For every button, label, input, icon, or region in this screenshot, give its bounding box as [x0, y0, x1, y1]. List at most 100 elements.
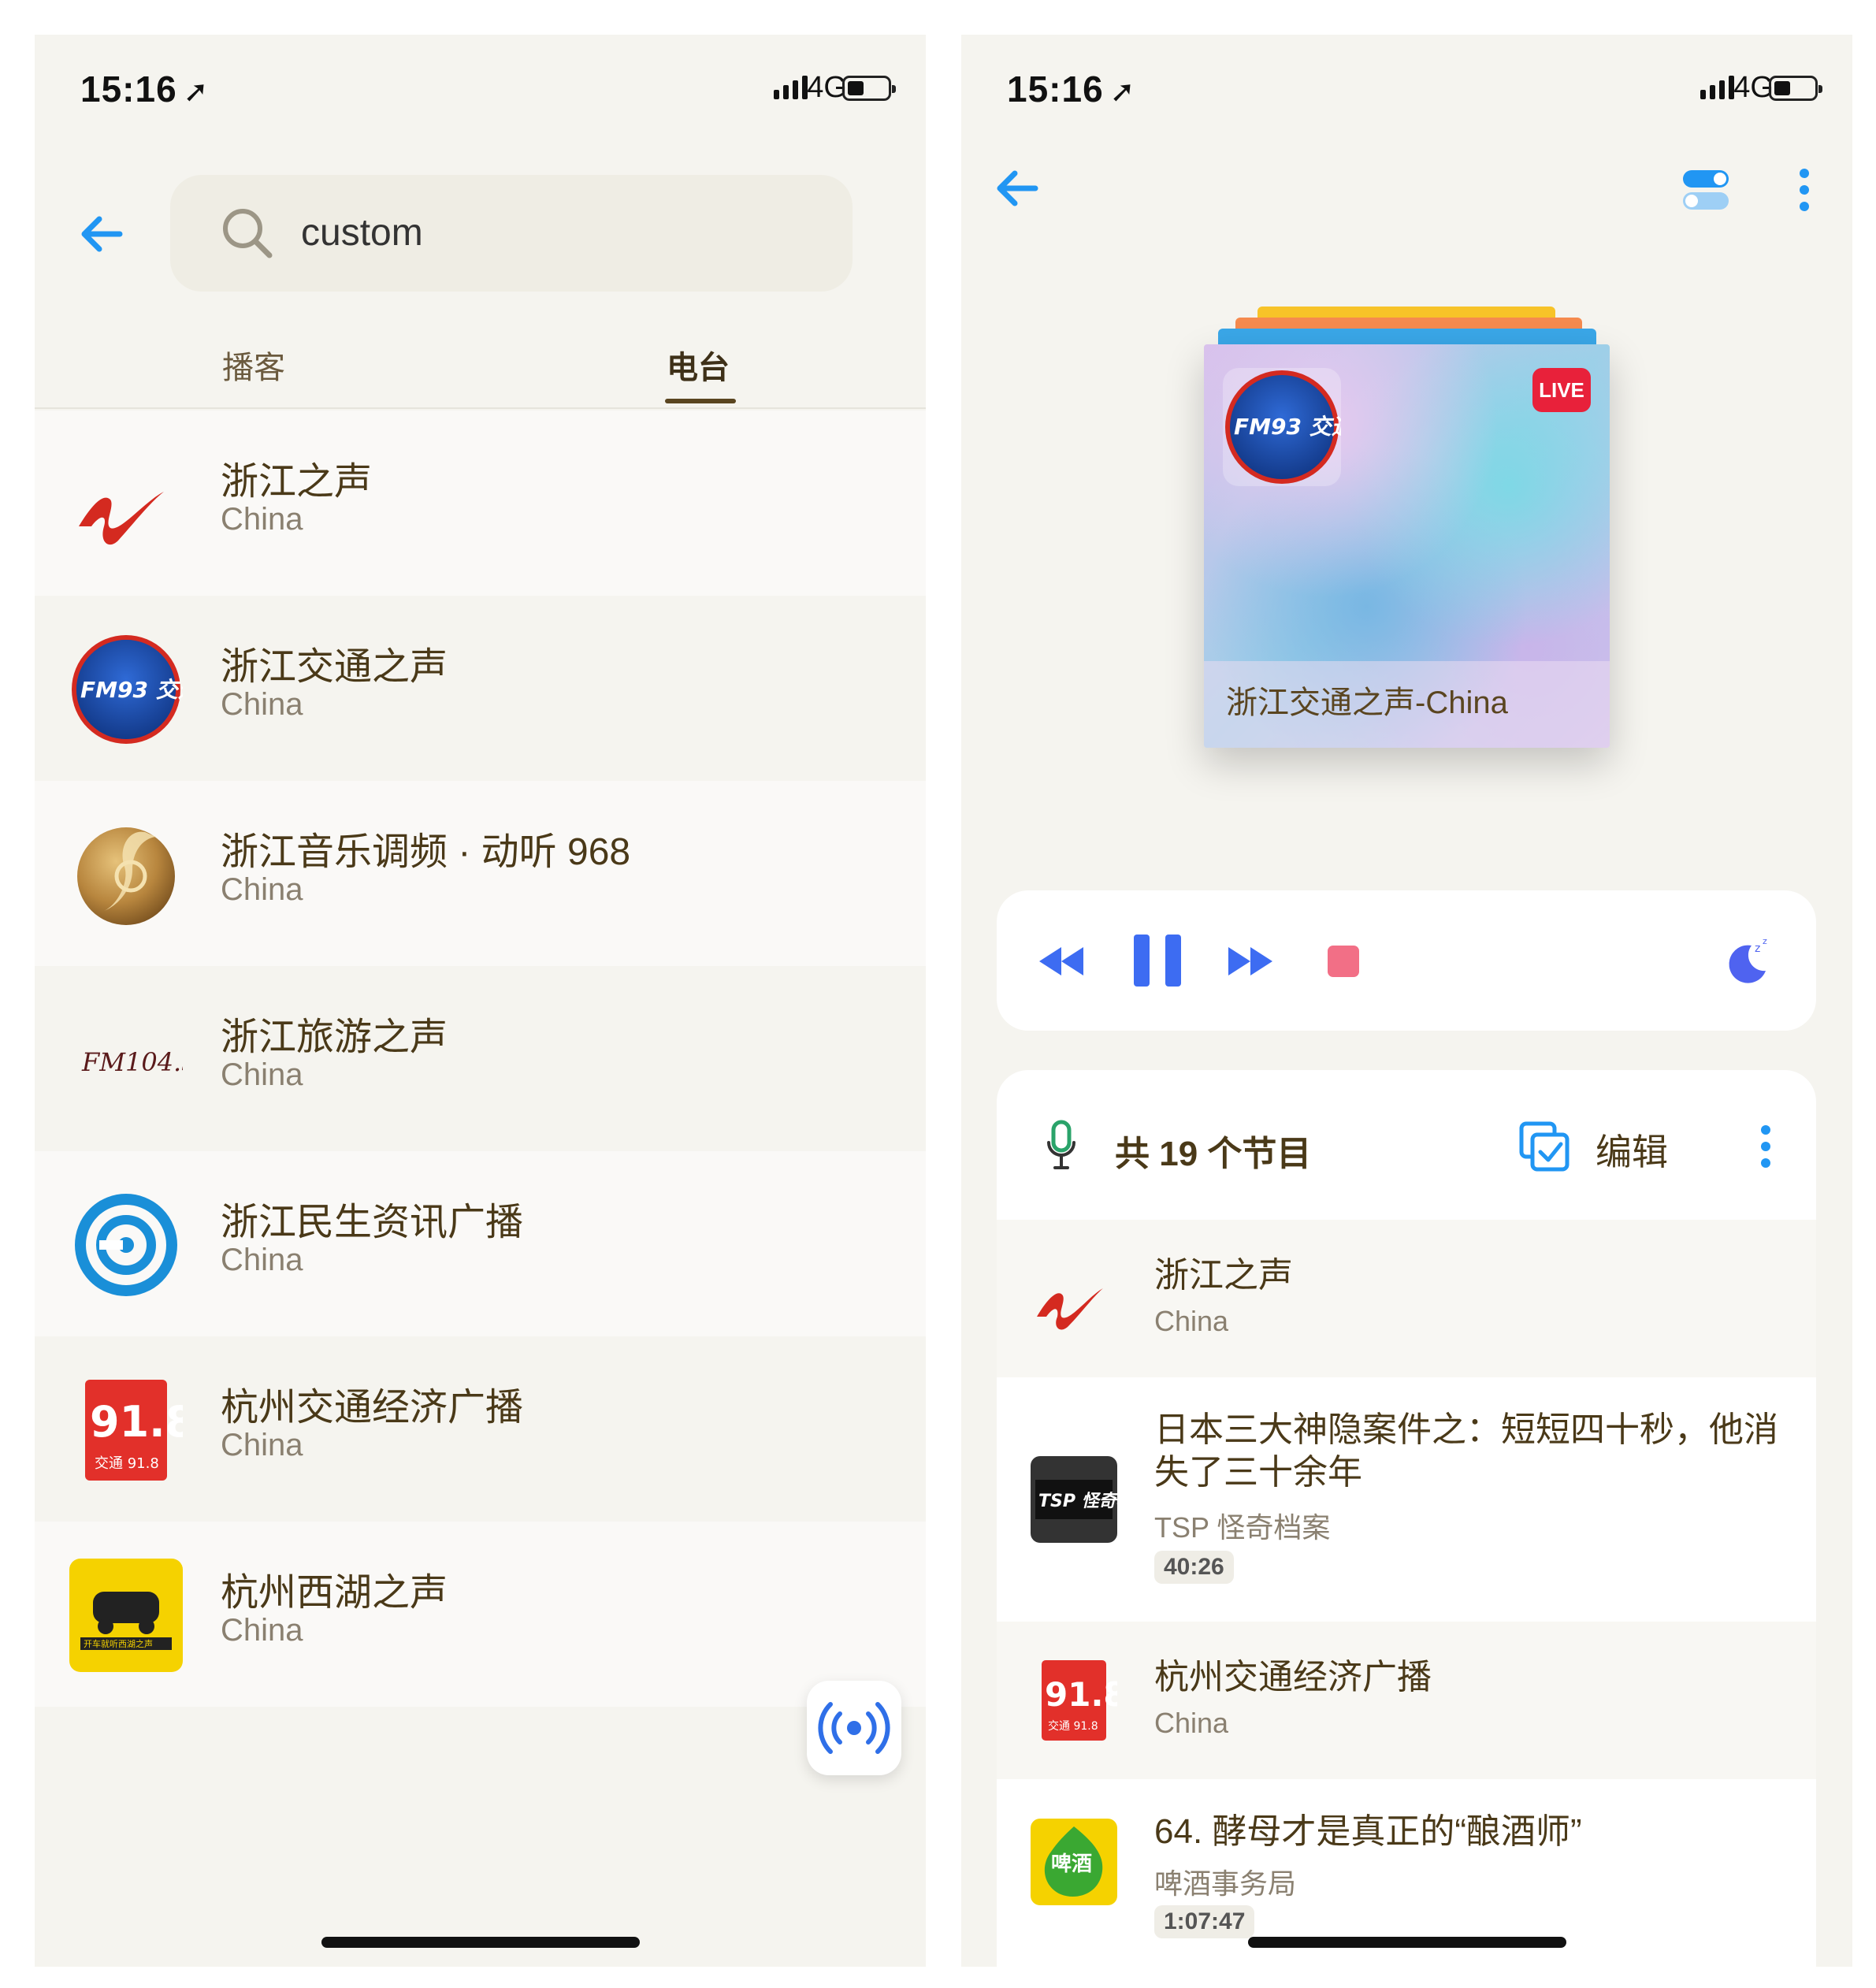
tab-active-indicator: [665, 399, 736, 403]
player-controls: z z: [997, 890, 1816, 1031]
artwork-stack: FM93 交通之声 LIVE 浙江交通之声-China: [1204, 307, 1610, 748]
station-row[interactable]: FM93 交通之声 浙江交通之声 China: [35, 596, 926, 781]
fm918-logo: 91.8 交通 91.8: [1042, 1660, 1117, 1741]
queue-header: 共 19 个节目 编辑: [997, 1070, 1816, 1220]
station-country: China: [221, 687, 303, 722]
now-playing-screen: 15:16➚ 4G FM93 交通之声 LIVE 浙江交通之声-China: [961, 35, 1852, 1967]
queue-item-title: 杭州交通经济广播: [1154, 1658, 1432, 1696]
cover-title: 浙江交通之声-China: [1226, 686, 1508, 720]
status-bar: 15:16 ➚ 4G: [961, 35, 1852, 145]
station-country: China: [221, 872, 303, 907]
station-row[interactable]: 91.8 交通 91.8 杭州交通经济广播 China: [35, 1336, 926, 1522]
tsp-logo: TSP 怪奇档案: [1031, 1456, 1117, 1543]
live-badge: LIVE: [1532, 368, 1591, 412]
fm93-cover-text: FM93 交通之声: [1234, 414, 1341, 440]
station-country: China: [221, 1428, 303, 1462]
tsp-logo-text: TSP 怪奇档案: [1038, 1491, 1117, 1511]
broadcast-icon: [818, 1702, 890, 1754]
queue-item-title: 64. 酵母才是真正的“酿酒师”: [1154, 1812, 1582, 1851]
station-name: 浙江旅游之声: [221, 1016, 448, 1058]
queue-card: 共 19 个节目 编辑 浙江之声 China TSP 怪奇档案: [997, 1070, 1816, 1967]
queue-item[interactable]: 91.8 交通 91.8 杭州交通经济广播 China: [997, 1622, 1816, 1779]
more-options-icon[interactable]: [1789, 162, 1820, 217]
station-name: 杭州西湖之声: [221, 1572, 448, 1614]
zhejiang-voice-logo: [79, 492, 164, 545]
search-input[interactable]: custom: [301, 211, 423, 255]
queue-item-sub: China: [1154, 1707, 1229, 1739]
status-bar: 15:16 ➚ 4G: [35, 35, 926, 145]
fm1045-logo: FM104.5: [81, 1047, 183, 1077]
battery-icon: [1769, 76, 1822, 101]
now-playing-button[interactable]: [807, 1681, 901, 1775]
stop-icon[interactable]: [1326, 944, 1361, 979]
fast-forward-icon[interactable]: [1225, 938, 1276, 985]
sleep-timer-icon[interactable]: z z: [1720, 933, 1775, 988]
station-list: 浙江之声 China FM93 交通之声 浙江交通之声 China 浙江音乐调频…: [35, 411, 926, 1707]
queue-item[interactable]: 浙江之声 China: [997, 1220, 1816, 1377]
station-row[interactable]: 浙江音乐调频 · 动听 968 China: [35, 781, 926, 966]
network-label: 4G: [1733, 71, 1774, 104]
home-indicator: [1248, 1937, 1566, 1948]
station-row[interactable]: FM104.5 浙江旅游之声 China: [35, 966, 926, 1151]
cover-station-badge: FM93 交通之声: [1223, 368, 1401, 486]
search-bar[interactable]: custom: [170, 175, 853, 292]
fm918-logo-caption: 交通 91.8: [95, 1455, 159, 1472]
pause-icon[interactable]: [1132, 933, 1183, 988]
station-name: 浙江交通之声: [221, 646, 448, 688]
location-arrow-icon: ➚: [1109, 76, 1136, 109]
network-label: 4G: [807, 71, 847, 104]
tab-podcast[interactable]: 播客: [222, 342, 285, 388]
back-arrow-icon[interactable]: [990, 161, 1045, 216]
location-arrow-icon: ➚: [183, 76, 210, 109]
music-968-logo: [77, 827, 175, 925]
stack-card: [1218, 329, 1596, 344]
battery-icon: [842, 76, 896, 101]
multi-select-icon[interactable]: [1517, 1119, 1572, 1174]
svg-text:z: z: [1763, 936, 1767, 946]
time-text: 15:16: [1007, 69, 1104, 110]
microphone-icon: [1047, 1120, 1075, 1169]
beer-logo-text: 啤酒: [1051, 1852, 1092, 1876]
queue-item-sub: TSP 怪奇档案: [1154, 1511, 1331, 1544]
queue-item[interactable]: TSP 怪奇档案 日本三大神隐案件之：短短四十秒，他消失了三十余年 TSP 怪奇…: [997, 1377, 1816, 1622]
station-row[interactable]: 浙江民生资讯广播 China: [35, 1151, 926, 1336]
search-icon: [223, 209, 273, 258]
toggle-settings-icon[interactable]: [1678, 162, 1733, 217]
station-name: 浙江之声: [221, 461, 373, 503]
back-arrow-icon[interactable]: [74, 206, 129, 262]
queue-item-title: 浙江之声: [1154, 1256, 1293, 1295]
queue-item-sub: 啤酒事务局: [1154, 1867, 1297, 1900]
station-country: China: [221, 1243, 303, 1277]
station-name: 浙江音乐调频 · 动听 968: [221, 831, 631, 873]
station-country: China: [221, 1057, 303, 1092]
fm93-logo-text: FM93 交通之声: [80, 677, 183, 703]
fm918-logo-number: 91.8: [1045, 1675, 1117, 1714]
minsheng-logo: [75, 1194, 177, 1296]
queue-item-sub: China: [1154, 1305, 1229, 1337]
fm918-logo-number: 91.8: [90, 1397, 183, 1447]
duration-badge: 40:26: [1154, 1551, 1234, 1584]
rewind-icon[interactable]: [1036, 938, 1087, 985]
queue-item-title: 日本三大神隐案件之：短短四十秒，他消失了三十余年: [1154, 1410, 1778, 1492]
queue-count: 共 19 个节目: [1115, 1135, 1312, 1173]
search-screen: 15:16 ➚ 4G custom 播客 电台 浙江之声 China FM93 交…: [35, 35, 926, 1967]
edit-button[interactable]: 编辑: [1596, 1124, 1668, 1176]
fm93-logo: FM93 交通之声: [72, 635, 183, 744]
status-time: 15:16 ➚: [1007, 68, 1136, 110]
station-country: China: [221, 1613, 303, 1648]
tab-radio[interactable]: 电台: [667, 342, 730, 388]
station-country: China: [221, 502, 303, 537]
xihu-logo-caption: 开车就听西湖之声: [84, 1638, 153, 1649]
time-text: 15:16: [80, 69, 177, 110]
fm1045-logo-text: FM104.5: [81, 1047, 183, 1077]
cover-artwork[interactable]: FM93 交通之声 LIVE 浙江交通之声-China: [1204, 344, 1610, 748]
svg-text:z: z: [1755, 942, 1760, 955]
station-row[interactable]: 浙江之声 China: [35, 411, 926, 596]
signal-icon: [1700, 76, 1734, 99]
station-row[interactable]: 开车就听西湖之声 杭州西湖之声 China: [35, 1522, 926, 1707]
xihu-logo: 开车就听西湖之声: [69, 1559, 183, 1672]
fm918-logo-caption: 交通 91.8: [1048, 1719, 1098, 1733]
queue-more-icon[interactable]: [1750, 1120, 1781, 1172]
signal-icon: [774, 76, 808, 99]
station-name: 杭州交通经济广播: [221, 1387, 524, 1429]
